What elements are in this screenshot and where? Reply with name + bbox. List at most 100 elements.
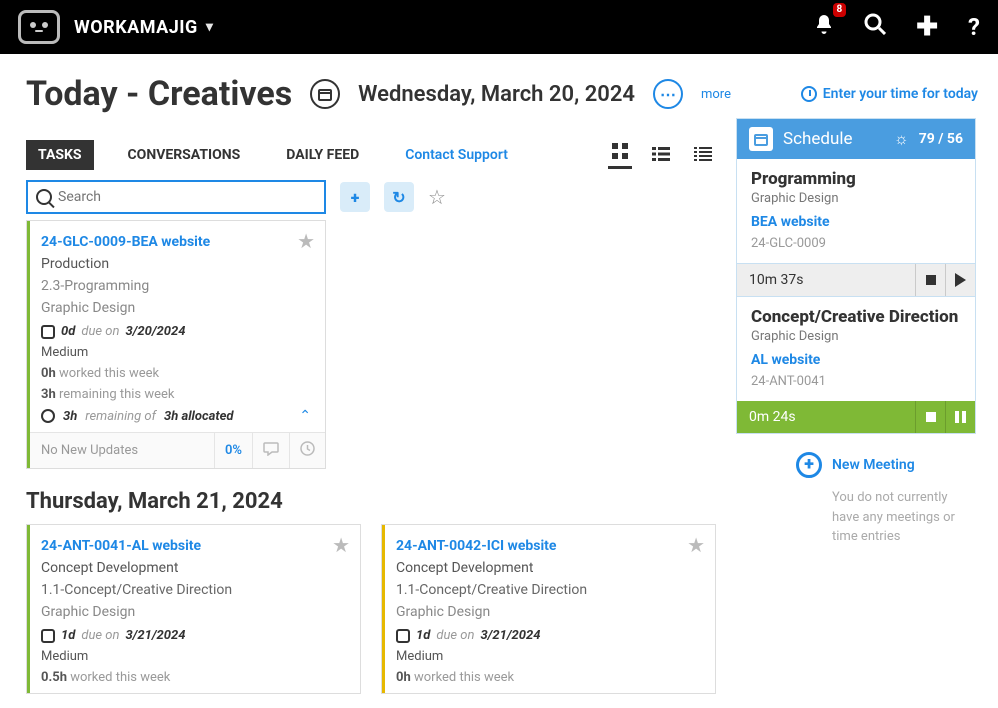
schedule-item[interactable]: Programming Graphic Design BEA website 2… bbox=[737, 159, 975, 263]
chat-icon[interactable] bbox=[252, 433, 289, 468]
timer-stop-button[interactable] bbox=[915, 401, 945, 433]
project-link[interactable]: 24-GLC-0009-BEA website bbox=[41, 234, 210, 250]
task-name: 1.1-Concept/Creative Direction bbox=[396, 582, 701, 598]
enter-time-link[interactable]: Enter your time for today bbox=[801, 86, 978, 102]
timer-stop-button[interactable] bbox=[915, 264, 945, 296]
task-dept: Graphic Design bbox=[396, 604, 701, 620]
calendar-icon[interactable] bbox=[310, 79, 340, 109]
tab-daily-feed[interactable]: DAILY FEED bbox=[274, 140, 371, 170]
alloc-mid: remaining of bbox=[85, 409, 156, 424]
tab-bar: TASKS CONVERSATIONS DAILY FEED Contact S… bbox=[26, 140, 716, 170]
task-card[interactable]: ★ 24-ANT-0041-AL website Concept Develop… bbox=[26, 524, 361, 694]
task-card[interactable]: ★ 24-ANT-0042-ICI website Concept Develo… bbox=[381, 524, 716, 694]
page-title: Today - Creatives bbox=[26, 74, 292, 114]
enter-time-label: Enter your time for today bbox=[823, 86, 978, 102]
page-date: Wednesday, March 20, 2024 bbox=[358, 82, 635, 107]
due-text: due on bbox=[81, 324, 119, 339]
worked-label: worked this week bbox=[59, 366, 159, 381]
refresh-button[interactable]: ↻ bbox=[384, 182, 414, 212]
calendar-mini-icon bbox=[41, 629, 55, 643]
due-date: 3/21/2024 bbox=[125, 628, 185, 643]
timer-row: 10m 37s bbox=[737, 263, 975, 296]
view-list-icon[interactable] bbox=[648, 143, 674, 168]
weather-icon: ☼ bbox=[894, 129, 909, 149]
tab-contact-support[interactable]: Contact Support bbox=[393, 140, 520, 170]
plus-circle-icon: + bbox=[796, 452, 822, 478]
star-icon[interactable]: ★ bbox=[687, 533, 705, 557]
brand-menu[interactable]: WORKAMAJIG ▾ bbox=[74, 17, 213, 38]
task-name: 2.3-Programming bbox=[41, 278, 311, 294]
calendar-mini-icon bbox=[41, 325, 55, 339]
task-dept: Graphic Design bbox=[41, 604, 346, 620]
tab-tasks[interactable]: TASKS bbox=[26, 140, 94, 170]
brand-name: WORKAMAJIG bbox=[74, 17, 198, 38]
add-task-button[interactable]: + bbox=[340, 182, 370, 212]
worked-value: 0h bbox=[396, 670, 411, 685]
notification-badge: 8 bbox=[833, 3, 847, 17]
worked-value: 0h bbox=[41, 366, 56, 381]
search-top-icon[interactable] bbox=[864, 13, 886, 41]
page-header: Today - Creatives Wednesday, March 20, 2… bbox=[26, 74, 978, 114]
day-header: Thursday, March 21, 2024 bbox=[26, 489, 716, 514]
schedule-item-code: 24-GLC-0009 bbox=[751, 236, 961, 251]
clock-mini-icon bbox=[41, 409, 55, 423]
due-text: due on bbox=[81, 628, 119, 643]
no-meetings-text: You do not currently have any meetings o… bbox=[832, 488, 962, 547]
more-button[interactable]: ⋯ bbox=[653, 79, 683, 109]
help-icon[interactable]: ? bbox=[968, 13, 980, 41]
schedule-item[interactable]: Concept/Creative Direction Graphic Desig… bbox=[737, 296, 975, 401]
more-label: more bbox=[701, 87, 731, 102]
due-date: 3/20/2024 bbox=[125, 324, 185, 339]
tab-conversations[interactable]: CONVERSATIONS bbox=[116, 140, 253, 170]
task-phase: Concept Development bbox=[41, 560, 346, 576]
app-logo[interactable] bbox=[18, 10, 60, 44]
worked-label: worked this week bbox=[414, 670, 514, 685]
alloc-value: 3h bbox=[63, 409, 77, 424]
task-phase: Production bbox=[41, 256, 311, 272]
new-meeting-button[interactable]: + New Meeting bbox=[796, 452, 976, 478]
schedule-item-title: Programming bbox=[751, 169, 961, 189]
search-icon bbox=[36, 189, 52, 205]
progress-pct[interactable]: 0% bbox=[214, 433, 252, 468]
worked-label: worked this week bbox=[70, 670, 170, 685]
search-input[interactable] bbox=[58, 189, 316, 205]
no-updates-label: No New Updates bbox=[27, 433, 214, 468]
due-days: 1d bbox=[61, 628, 75, 643]
notifications-icon[interactable]: 8 bbox=[814, 13, 834, 41]
timer-row-active: 0m 24s bbox=[737, 401, 975, 433]
star-icon[interactable]: ★ bbox=[297, 229, 315, 253]
view-grid-icon[interactable] bbox=[608, 141, 632, 169]
task-priority: Medium bbox=[396, 649, 701, 664]
worked-value: 0.5h bbox=[41, 670, 67, 685]
schedule-item-link[interactable]: BEA website bbox=[751, 214, 961, 230]
collapse-icon[interactable]: ⌃ bbox=[299, 408, 311, 424]
remain-value: 3h bbox=[41, 387, 56, 402]
search-box[interactable] bbox=[26, 180, 326, 214]
top-bar: WORKAMAJIG ▾ 8 ✚ ? bbox=[0, 0, 998, 54]
task-card[interactable]: ★ 24-GLC-0009-BEA website Production 2.3… bbox=[26, 220, 326, 469]
timer-play-button[interactable] bbox=[945, 264, 975, 296]
schedule-item-sub: Graphic Design bbox=[751, 191, 961, 206]
favorite-filter-icon[interactable]: ☆ bbox=[428, 185, 446, 209]
weather-temp: 79 / 56 bbox=[919, 131, 963, 147]
star-icon[interactable]: ★ bbox=[332, 533, 350, 557]
timer-value: 0m 24s bbox=[737, 401, 915, 433]
alloc-total: 3h allocated bbox=[164, 409, 234, 424]
schedule-item-link[interactable]: AL website bbox=[751, 352, 961, 368]
project-link[interactable]: 24-ANT-0041-AL website bbox=[41, 538, 201, 554]
task-dept: Graphic Design bbox=[41, 300, 311, 316]
task-priority: Medium bbox=[41, 345, 311, 360]
time-log-icon[interactable] bbox=[289, 433, 325, 468]
chevron-down-icon: ▾ bbox=[206, 19, 214, 35]
view-compact-icon[interactable] bbox=[690, 143, 716, 168]
clock-icon bbox=[801, 86, 817, 102]
add-icon[interactable]: ✚ bbox=[916, 14, 938, 40]
schedule-calendar-icon[interactable] bbox=[749, 127, 773, 151]
due-date: 3/21/2024 bbox=[480, 628, 540, 643]
timer-pause-button[interactable] bbox=[945, 401, 975, 433]
remain-label: remaining this week bbox=[59, 387, 175, 402]
project-link[interactable]: 24-ANT-0042-ICI website bbox=[396, 538, 556, 554]
timer-value: 10m 37s bbox=[737, 264, 915, 296]
schedule-title: Schedule bbox=[783, 129, 852, 149]
schedule-item-title: Concept/Creative Direction bbox=[751, 307, 961, 327]
